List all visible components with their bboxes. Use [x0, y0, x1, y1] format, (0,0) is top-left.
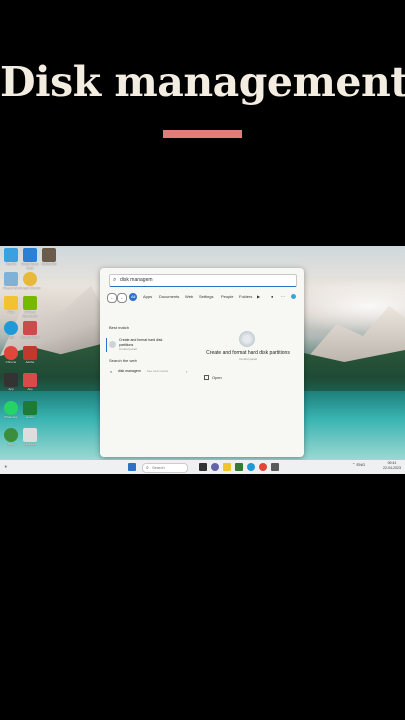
desktop-icon-file[interactable]: WINWORD: [38, 248, 60, 267]
chrome-icon: [4, 346, 18, 360]
desktop-icon-adobe[interactable]: Adobe: [19, 346, 41, 365]
search-query: disk managem: [120, 277, 153, 283]
tab-web[interactable]: Web: [183, 293, 195, 301]
web-search-result[interactable]: ⌕ disk managem - See web results: [110, 368, 190, 375]
start-icon[interactable]: [128, 463, 136, 471]
web-search-hint: - See web results: [145, 369, 169, 373]
detail-subtitle: Control panel: [239, 357, 257, 361]
system-tray[interactable]: ⌃ ENG: [352, 462, 365, 467]
settings-icon[interactable]: [271, 463, 279, 471]
folder-icon: [4, 296, 18, 310]
detail-app-icon: [239, 331, 255, 347]
disk-management-icon: [109, 341, 116, 348]
chrome-icon: [23, 272, 37, 286]
best-match-subtitle: Control panel: [119, 347, 137, 351]
bing-icon[interactable]: [289, 293, 298, 301]
file-icon: [42, 248, 56, 262]
excel-icon: [23, 401, 37, 415]
selection-indicator: [106, 338, 107, 352]
notepad-icon: [23, 428, 37, 442]
open-icon: [204, 375, 209, 381]
back-arrow-icon[interactable]: ←: [117, 293, 127, 303]
desktop-icon-control-panel[interactable]: Control Panel: [19, 321, 41, 340]
vscode-icon: [23, 248, 37, 262]
edge-icon: [4, 321, 18, 335]
taskbar-search[interactable]: ⌕ Search: [142, 463, 188, 473]
best-match-result[interactable]: Create and format hard disk partitions C…: [106, 338, 166, 352]
task-view-icon[interactable]: [199, 463, 207, 471]
best-match-heading: Best match: [109, 325, 130, 330]
search-panel: ⌕ disk managem ← ← All Apps Documents We…: [100, 268, 304, 457]
tab-documents[interactable]: Documents: [157, 293, 181, 301]
taskbar: ☀ ⌕ Search ⌃ ENG 09:41 22-04-2023: [0, 460, 405, 474]
user-icon[interactable]: ●: [269, 293, 275, 301]
desktop-icon-app-2[interactable]: App: [19, 373, 41, 392]
file-explorer-icon[interactable]: [223, 463, 231, 471]
clock-date: 22-04-2023: [383, 466, 401, 470]
chrome-icon[interactable]: [259, 463, 267, 471]
search-web-heading: Search the web: [109, 358, 137, 363]
teams-icon[interactable]: [211, 463, 219, 471]
search-input[interactable]: ⌕ disk managem: [109, 274, 297, 287]
tab-all[interactable]: All: [129, 293, 138, 301]
video-title: Disk management: [0, 58, 405, 106]
tab-folders[interactable]: Folders: [237, 293, 254, 301]
app-icon[interactable]: [235, 463, 243, 471]
recycle-bin-icon: [4, 272, 18, 286]
web-search-icon: ⌕: [110, 369, 113, 374]
search-icon: ⌕: [113, 277, 117, 283]
tab-people[interactable]: People: [219, 293, 235, 301]
clock[interactable]: 09:41 22-04-2023: [382, 461, 402, 471]
desktop-icon-chrome[interactable]: Google Chrome: [19, 272, 41, 291]
more-filters-icon[interactable]: ▶: [255, 293, 262, 301]
geforce-icon: [23, 296, 37, 310]
whatsapp-icon: [4, 401, 18, 415]
search-filter-tabs: ← ← All Apps Documents Web Settings Peop…: [107, 293, 299, 303]
desktop-icon-geforce[interactable]: GeForce Experience: [19, 296, 41, 318]
adobe-icon: [23, 346, 37, 360]
search-icon: ⌕: [146, 465, 149, 471]
more-options-icon[interactable]: ⋯: [279, 293, 287, 301]
back-button[interactable]: ←: [107, 293, 117, 303]
desktop-icon-notepad[interactable]: Notepad: [19, 428, 41, 447]
app-icon: [4, 373, 18, 387]
control-panel-icon: [23, 321, 37, 335]
open-action[interactable]: Open: [204, 375, 222, 381]
title-underline: [163, 130, 242, 138]
desktop-icon-excel[interactable]: Excel: [19, 401, 41, 420]
edge-icon[interactable]: [247, 463, 255, 471]
this-pc-icon: [4, 248, 18, 262]
tab-apps[interactable]: Apps: [141, 293, 154, 301]
chevron-right-icon[interactable]: ›: [186, 369, 187, 374]
web-search-query: disk managem: [118, 369, 141, 373]
app-icon: [23, 373, 37, 387]
screenshot: This PC Visual Studio Code WINWORD Recyc…: [0, 246, 405, 474]
tab-settings[interactable]: Settings: [197, 293, 215, 301]
detail-title: Create and format hard disk partitions: [206, 350, 290, 356]
xbox-icon: [4, 428, 18, 442]
weather-widget[interactable]: ☀: [4, 463, 8, 471]
